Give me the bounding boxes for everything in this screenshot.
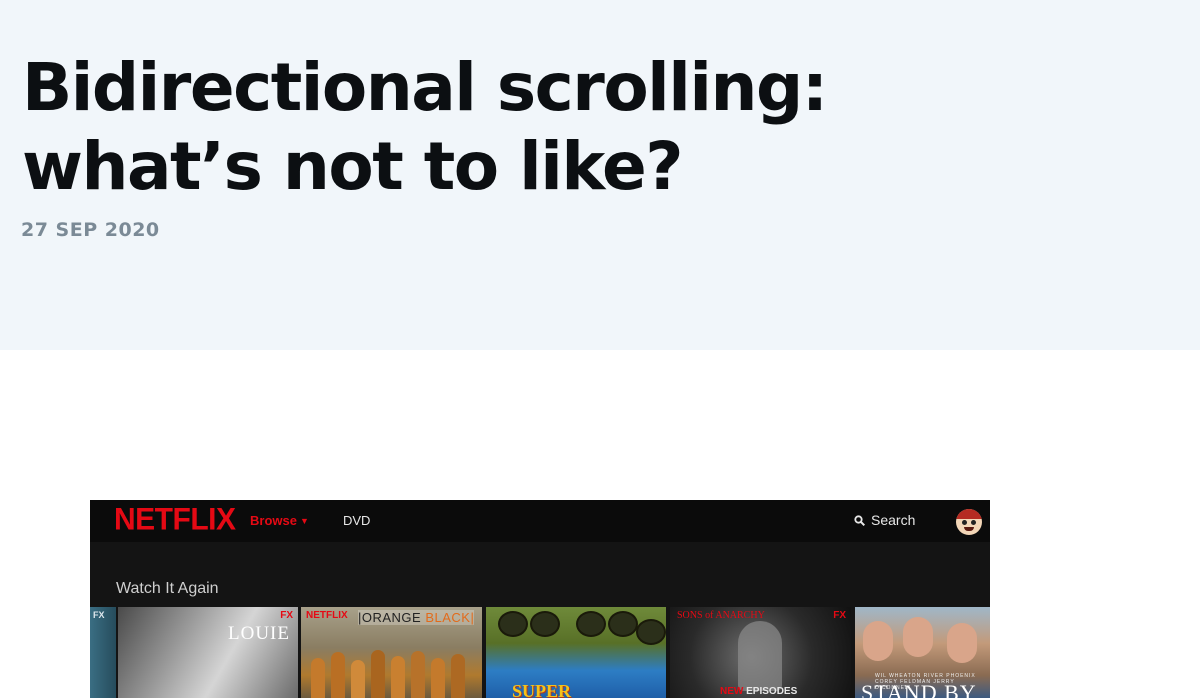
netflix-original-badge: NETFLIX bbox=[306, 610, 348, 621]
title-tile-louie[interactable]: LOUIE FX bbox=[118, 607, 298, 698]
search-button[interactable]: Search bbox=[854, 512, 915, 528]
caret-down-icon: ▼ bbox=[299, 516, 309, 526]
stand-by-me-title: STAND BY bbox=[861, 680, 977, 698]
netflix-screenshot: NETFLIX Browse ▼ DVD Search Watch It Agai… bbox=[90, 500, 990, 698]
super-troopers-title: SUPER bbox=[512, 681, 572, 698]
browse-menu[interactable]: Browse ▼ bbox=[250, 513, 309, 528]
article-header: Bidirectional scrolling: what’s not to l… bbox=[0, 0, 1200, 350]
title-tile-sons-of-anarchy[interactable]: SONS of ANARCHY FX NEW EPISODES bbox=[670, 607, 851, 698]
row-title: Watch It Again bbox=[116, 580, 219, 597]
soa-title: SONS of ANARCHY bbox=[677, 610, 765, 621]
title-tile-super-troopers[interactable]: SUPER bbox=[486, 607, 666, 698]
profile-avatar[interactable] bbox=[956, 509, 982, 535]
netflix-logo: NETFLIX bbox=[114, 502, 236, 537]
network-badge: FX bbox=[280, 610, 293, 621]
netflix-top-bar: NETFLIX Browse ▼ DVD Search bbox=[90, 500, 990, 542]
search-icon bbox=[854, 515, 866, 527]
network-badge: FX bbox=[833, 610, 846, 621]
title-tile-stand-by-me[interactable]: WIL WHEATON RIVER PHOENIX COREY FELDMAN … bbox=[855, 607, 990, 698]
title-tile-partial[interactable]: FX bbox=[90, 607, 116, 698]
title-tile-orange-is-the-new-black[interactable]: NETFLIX |ORANGE BLACK| bbox=[301, 607, 482, 698]
search-label: Search bbox=[871, 512, 916, 528]
article-date: 27 SEP 2020 bbox=[21, 219, 160, 241]
browse-label: Browse bbox=[250, 513, 297, 528]
oitnb-title: |ORANGE BLACK| bbox=[358, 610, 475, 625]
dvd-link[interactable]: DVD bbox=[343, 513, 370, 528]
article-title: Bidirectional scrolling: what’s not to l… bbox=[22, 49, 828, 205]
new-episodes-label: NEW EPISODES bbox=[720, 686, 798, 697]
network-badge: FX bbox=[93, 610, 105, 620]
louie-title: LOUIE bbox=[228, 623, 290, 644]
